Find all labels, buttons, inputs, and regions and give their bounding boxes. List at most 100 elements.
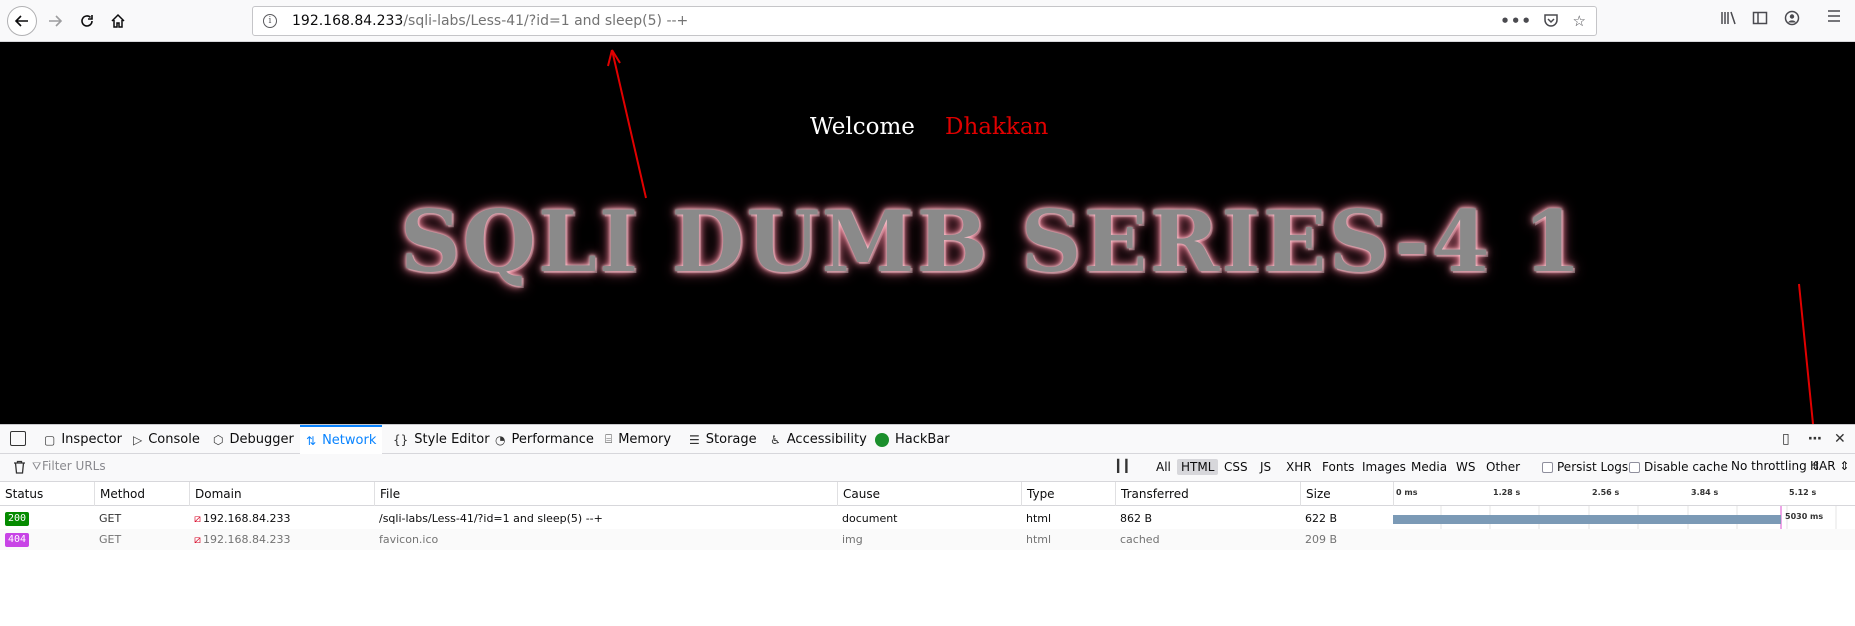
forward-arrow-icon (49, 15, 63, 27)
throttling-select[interactable]: No throttling ⇕ (1731, 459, 1821, 473)
tab-storage[interactable]: ☰ Storage (689, 425, 757, 454)
page-actions-icon[interactable]: ••• (1500, 12, 1532, 30)
filter-fonts[interactable]: Fonts (1318, 459, 1358, 475)
devtools-tab-bar: ▢ Inspector ▷ Console ⬡ Debugger ⇅ Network {… (0, 425, 1855, 454)
har-menu[interactable]: HAR ⇕ (1810, 459, 1849, 473)
forward-button[interactable] (40, 6, 70, 36)
timeline-tick: 2.56 s (1592, 488, 1620, 497)
clear-requests-icon[interactable] (13, 460, 26, 478)
console-icon: ▷ (133, 432, 143, 447)
hamburger-menu-icon[interactable] (1826, 8, 1842, 29)
tab-performance[interactable]: ◔ Performance (495, 425, 594, 454)
tab-label: Storage (705, 432, 757, 447)
domain-text: 192.168.84.233 (203, 533, 291, 546)
column-cause[interactable]: Cause (837, 482, 1021, 506)
waterfall-bar (1393, 515, 1781, 524)
pocket-icon[interactable] (1543, 12, 1559, 32)
file-cell: favicon.ico (379, 533, 439, 546)
status-cell: 404 (0, 529, 30, 550)
filter-css[interactable]: CSS (1220, 459, 1252, 475)
element-picker-icon[interactable] (10, 431, 26, 446)
tab-inspector[interactable]: ▢ Inspector (44, 425, 122, 454)
cause-cell: img (842, 533, 863, 546)
column-file[interactable]: File (374, 482, 837, 506)
tab-label: Inspector (61, 432, 122, 447)
column-status[interactable]: Status (0, 482, 94, 506)
column-type[interactable]: Type (1021, 482, 1115, 506)
tab-console[interactable]: ▷ Console (133, 425, 200, 454)
request-table-header: Status Method Domain File Cause Type Tra… (0, 482, 1855, 506)
close-devtools-icon[interactable]: ✕ (1834, 431, 1846, 447)
filter-js[interactable]: JS (1256, 459, 1275, 475)
accessibility-icon: ♿ (770, 432, 781, 447)
dock-side-icon[interactable]: ▯ (1782, 431, 1790, 447)
network-icon: ⇅ (306, 433, 317, 448)
timeline-tick: 3.84 s (1691, 488, 1719, 497)
tab-accessibility[interactable]: ♿ Accessibility (770, 425, 867, 454)
persist-logs-checkbox[interactable] (1542, 462, 1553, 473)
method-cell: GET (99, 512, 122, 525)
tab-style-editor[interactable]: {} Style Editor (393, 425, 490, 454)
filter-media[interactable]: Media (1407, 459, 1451, 475)
column-size[interactable]: Size (1300, 482, 1393, 506)
site-info-icon[interactable]: i (263, 14, 277, 28)
cause-cell: document (842, 512, 898, 525)
har-label: HAR (1810, 459, 1836, 473)
filter-icon: ⛛ (32, 460, 42, 473)
welcome-username: Dhakkan (945, 114, 1049, 140)
tab-memory[interactable]: ⌸ Memory (605, 425, 671, 454)
tab-debugger[interactable]: ⬡ Debugger (213, 425, 294, 454)
devtools-more-icon[interactable]: ⋯ (1808, 431, 1822, 447)
table-row[interactable]: 200 GET ⧄ 192.168.84.233 /sqli-labs/Less-… (0, 508, 1855, 529)
column-method[interactable]: Method (94, 482, 189, 506)
devtools-panel: ▢ Inspector ▷ Console ⬡ Debugger ⇅ Network {… (0, 424, 1855, 626)
back-arrow-icon (14, 15, 28, 27)
type-cell: html (1026, 533, 1052, 546)
filter-ws[interactable]: WS (1452, 459, 1479, 475)
tab-hackbar[interactable]: HackBar (875, 425, 950, 454)
tab-label: Debugger (229, 432, 294, 447)
table-row[interactable]: 404 GET ⧄ 192.168.84.233 favicon.ico img … (0, 529, 1855, 550)
library-icon[interactable] (1720, 10, 1738, 30)
filter-all[interactable]: All (1152, 459, 1175, 475)
timeline-tick: 1.28 s (1493, 488, 1521, 497)
style-editor-icon: {} (393, 432, 409, 447)
filter-urls-input[interactable]: Filter URLs (42, 459, 106, 473)
filter-html[interactable]: HTML (1177, 459, 1219, 475)
reload-icon (81, 15, 93, 27)
column-transferred[interactable]: Transferred (1115, 482, 1300, 506)
home-button[interactable] (103, 6, 133, 36)
hackbar-icon (875, 432, 889, 447)
filter-other[interactable]: Other (1482, 459, 1524, 475)
browser-toolbar: i 192.168.84.233/sqli-labs/Less-41/?id=1… (0, 0, 1855, 42)
bookmark-star-icon[interactable]: ☆ (1573, 12, 1586, 30)
method-cell: GET (99, 533, 122, 546)
domain-text: 192.168.84.233 (203, 512, 291, 525)
reload-button[interactable] (72, 6, 102, 36)
size-cell: 622 B (1305, 512, 1338, 525)
account-icon[interactable] (1784, 10, 1800, 30)
status-badge: 404 (5, 532, 30, 547)
back-button[interactable] (7, 6, 37, 36)
series-banner: SQLI DUMB SERIES-4 1 (400, 192, 1584, 291)
column-domain[interactable]: Domain (189, 482, 374, 506)
tab-label: Console (148, 432, 200, 447)
disable-cache-label: Disable cache (1644, 460, 1728, 474)
disable-cache-checkbox[interactable] (1629, 462, 1640, 473)
url-path: /sqli-labs/Less-41/?id=1 and sleep(5) --… (403, 13, 689, 29)
transferred-cell: 862 B (1120, 512, 1153, 525)
file-cell: /sqli-labs/Less-41/?id=1 and sleep(5) --… (379, 512, 603, 525)
sidebar-icon[interactable] (1752, 10, 1768, 30)
timeline-tick: 5.12 s (1789, 488, 1817, 497)
url-text[interactable]: 192.168.84.233/sqli-labs/Less-41/?id=1 a… (292, 13, 688, 29)
tab-network[interactable]: ⇅ Network (300, 425, 383, 454)
url-bar[interactable]: i 192.168.84.233/sqli-labs/Less-41/?id=1… (252, 6, 1597, 36)
throttling-value: No throttling (1731, 459, 1807, 473)
type-cell: html (1026, 512, 1052, 525)
pause-recording-icon[interactable]: ▎▎ (1117, 459, 1134, 473)
column-waterfall[interactable]: 0 ms 1.28 s 2.56 s 3.84 s 5.12 s (1393, 482, 1855, 506)
status-badge: 200 (5, 511, 30, 526)
storage-icon: ☰ (689, 432, 700, 447)
filter-xhr[interactable]: XHR (1282, 459, 1316, 475)
filter-images[interactable]: Images (1358, 459, 1410, 475)
